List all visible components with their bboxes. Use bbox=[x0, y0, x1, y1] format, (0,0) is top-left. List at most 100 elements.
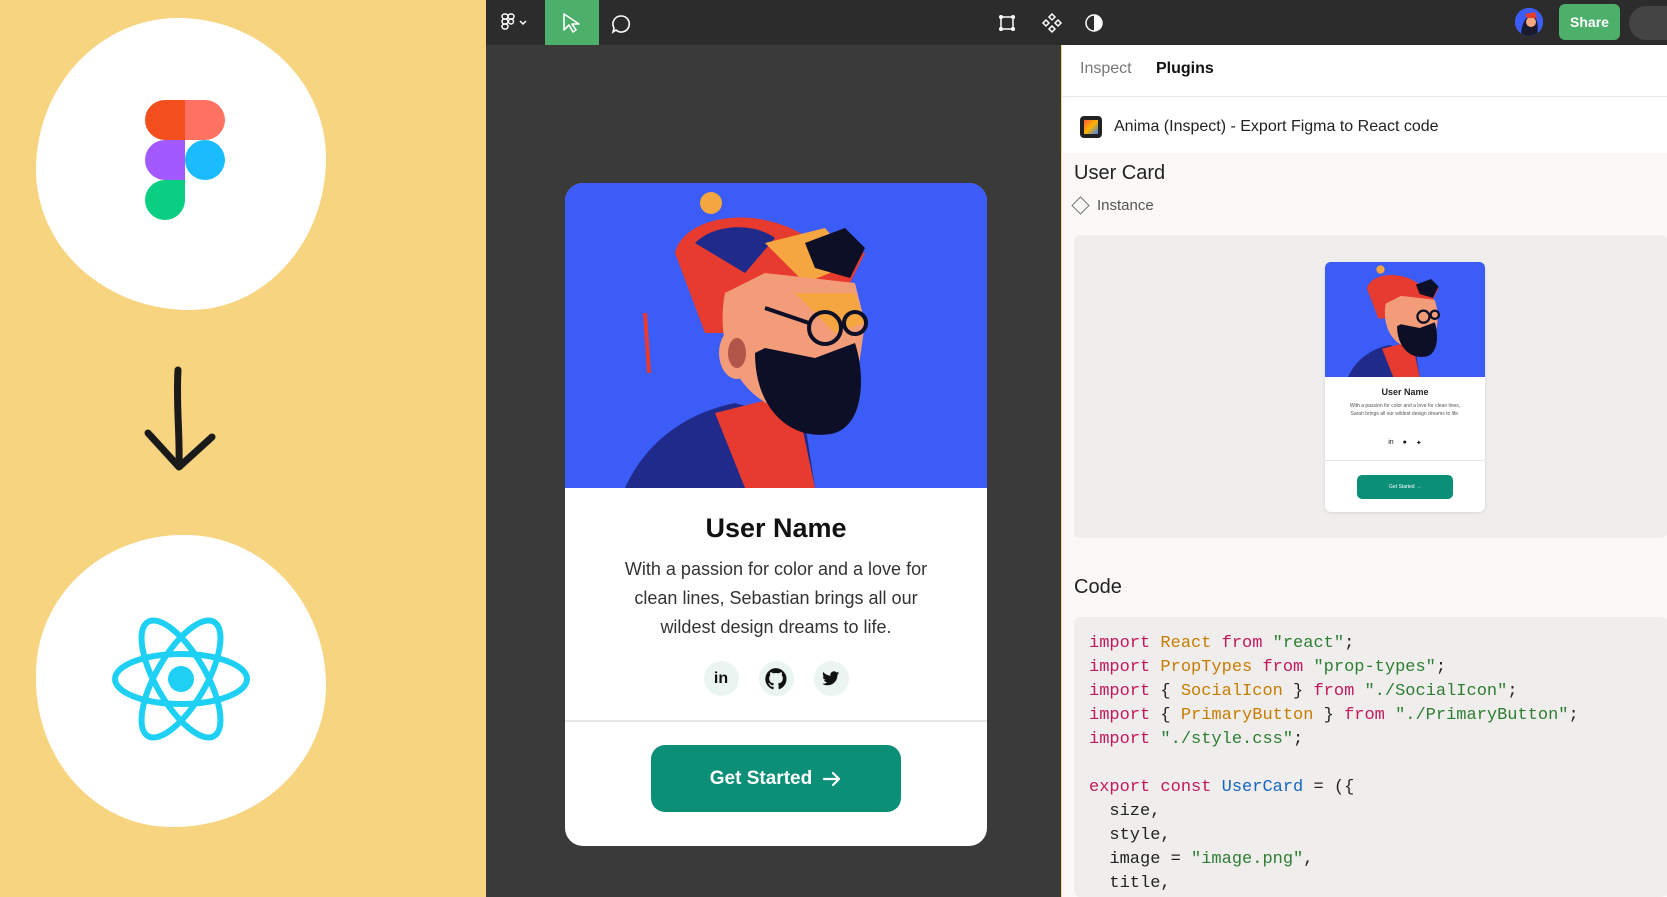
arrow-right-icon bbox=[823, 771, 841, 786]
present-toggle[interactable] bbox=[1629, 6, 1667, 40]
code-token: } bbox=[1313, 706, 1345, 725]
avatar-illustration-icon bbox=[1515, 8, 1543, 36]
frame-icon bbox=[999, 15, 1015, 31]
instance-diamond-icon bbox=[1071, 196, 1090, 215]
figma-menu-icon bbox=[501, 13, 527, 30]
code-block[interactable]: import React from "react"; import PropTyp… bbox=[1074, 617, 1667, 897]
code-token: export bbox=[1089, 778, 1151, 797]
code-token: "prop-types" bbox=[1313, 658, 1436, 677]
code-token: from bbox=[1262, 658, 1304, 677]
code-line: import { PrimaryButton } from "./Primary… bbox=[1089, 704, 1652, 728]
code-token: title, bbox=[1089, 874, 1171, 893]
code-token: size, bbox=[1089, 802, 1161, 821]
code-line: style, bbox=[1089, 824, 1652, 848]
figma-logo-icon bbox=[145, 100, 225, 220]
code-token: from bbox=[1344, 706, 1385, 725]
card-user-name: User Name bbox=[705, 513, 847, 543]
share-button[interactable]: Share bbox=[1559, 4, 1620, 40]
code-token: PropTypes bbox=[1160, 658, 1253, 677]
code-token: const bbox=[1160, 778, 1212, 797]
preview-linkedin-icon: in bbox=[1388, 439, 1394, 446]
get-started-label: Get Started bbox=[709, 767, 813, 789]
cursor-icon bbox=[563, 12, 580, 33]
social-icons: in bbox=[565, 661, 987, 696]
plugin-name: Anima (Inspect) - Export Figma to React … bbox=[1114, 118, 1439, 135]
frame-tool-button[interactable] bbox=[996, 12, 1018, 39]
react-logo-icon bbox=[112, 617, 250, 741]
preview-twitter-icon: ✦ bbox=[1415, 440, 1422, 447]
anima-logo-icon bbox=[1080, 116, 1102, 138]
user-card[interactable]: User Name With a passion for color and a… bbox=[565, 183, 987, 846]
linkedin-icon[interactable]: in bbox=[703, 661, 739, 696]
preview-github-icon: ● bbox=[1402, 439, 1407, 446]
preview-social-icons: in ● ✦ bbox=[1325, 439, 1485, 447]
component-icon bbox=[1041, 12, 1063, 34]
code-token: = ({ bbox=[1303, 778, 1355, 797]
code-token: ; bbox=[1507, 682, 1518, 701]
component-type-row: Instance bbox=[1071, 196, 1154, 215]
twitter-icon[interactable] bbox=[813, 661, 849, 696]
code-line: import React from "react"; bbox=[1089, 632, 1652, 656]
main-menu-button[interactable] bbox=[500, 12, 536, 34]
card-description: With a passion for color and a love for … bbox=[624, 559, 928, 637]
card-divider bbox=[565, 720, 987, 722]
preview-user-name: User Name bbox=[1381, 387, 1429, 397]
inspect-panel: Inspect Plugins Anima (Inspect) - Export… bbox=[1062, 45, 1667, 897]
code-section-title: Code bbox=[1074, 576, 1122, 598]
code-token: "./style.css" bbox=[1160, 730, 1294, 749]
component-title: User Card bbox=[1074, 162, 1166, 184]
preview-description: With a passion for color and a love for … bbox=[1349, 403, 1461, 417]
code-token: React bbox=[1160, 634, 1212, 653]
preview-hero-image bbox=[1325, 262, 1485, 377]
code-line: import { SocialIcon } from "./SocialIcon… bbox=[1089, 680, 1652, 704]
code-line: import "./style.css"; bbox=[1089, 728, 1652, 752]
code-token: , bbox=[1303, 850, 1314, 869]
get-started-button[interactable]: Get Started bbox=[651, 745, 901, 812]
contrast-icon bbox=[1085, 14, 1103, 32]
code-token: style, bbox=[1089, 826, 1171, 845]
comment-icon bbox=[611, 15, 631, 34]
code-line: import PropTypes from "prop-types"; bbox=[1089, 656, 1652, 680]
code-token: "./SocialIcon" bbox=[1364, 682, 1508, 701]
move-tool-button[interactable] bbox=[545, 0, 599, 45]
arrow-down-icon bbox=[144, 366, 216, 471]
code-token: PrimaryButton bbox=[1180, 706, 1314, 725]
github-icon[interactable] bbox=[758, 661, 794, 696]
user-avatar[interactable] bbox=[1513, 6, 1545, 38]
preview-divider bbox=[1325, 460, 1485, 461]
mask-button[interactable] bbox=[1083, 12, 1105, 39]
code-line: title, bbox=[1089, 872, 1652, 896]
code-token: "./PrimaryButton" bbox=[1395, 706, 1569, 725]
tab-plugins[interactable]: Plugins bbox=[1156, 60, 1214, 78]
figma-toolbar: Share bbox=[486, 0, 1667, 45]
code-line: image = "image.png", bbox=[1089, 848, 1652, 872]
screen: Share User Name With a passion for color… bbox=[0, 0, 1667, 897]
code-token: "image.png" bbox=[1191, 850, 1304, 869]
plugin-header[interactable]: Anima (Inspect) - Export Figma to React … bbox=[1080, 116, 1439, 138]
tab-inspect[interactable]: Inspect bbox=[1080, 60, 1132, 78]
components-button[interactable] bbox=[1041, 12, 1063, 39]
code-token: from bbox=[1313, 682, 1355, 701]
panel-tabs: Inspect Plugins bbox=[1062, 45, 1667, 97]
code-token: { bbox=[1150, 682, 1181, 701]
code-token: UserCard bbox=[1221, 778, 1304, 797]
code-token: import bbox=[1089, 682, 1151, 701]
comment-tool-button[interactable] bbox=[610, 13, 632, 40]
code-token: import bbox=[1089, 634, 1151, 653]
code-token: import bbox=[1089, 730, 1151, 749]
code-token: ; bbox=[1568, 706, 1579, 725]
preview-button: Get Started → bbox=[1357, 475, 1453, 499]
left-panel bbox=[0, 0, 486, 897]
component-type: Instance bbox=[1097, 197, 1154, 214]
code-token: ; bbox=[1435, 658, 1447, 677]
code-line: export const UserCard = ({ bbox=[1089, 776, 1652, 800]
